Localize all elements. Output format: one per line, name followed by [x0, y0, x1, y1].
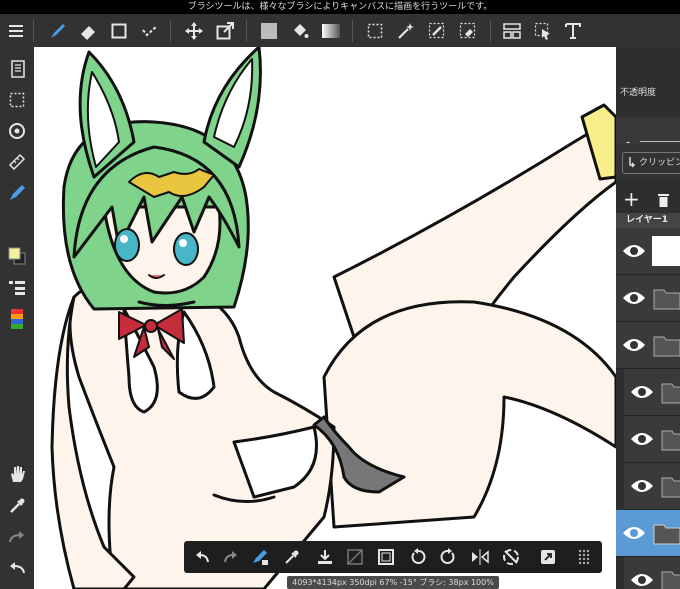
bottom-toolbar — [184, 541, 602, 573]
rect-shape-icon[interactable] — [106, 18, 132, 44]
drawing-canvas[interactable] — [34, 47, 616, 589]
folder-icon — [661, 430, 680, 451]
visibility-eye-icon[interactable] — [630, 477, 654, 495]
folder-icon — [653, 336, 680, 357]
external-icon[interactable] — [536, 545, 560, 569]
layer-row-selected[interactable] — [616, 510, 680, 557]
layer-row[interactable] — [624, 463, 680, 510]
visibility-eye-icon[interactable] — [622, 242, 646, 260]
visibility-eye-icon[interactable] — [630, 383, 654, 401]
folder-icon — [661, 477, 680, 498]
panel-layout-icon[interactable] — [499, 18, 525, 44]
tool-tooltip: ブラシツールは、様々なブラシによりキャンバスに描画を行うツールです。 — [0, 0, 680, 14]
rotate-right-icon[interactable] — [436, 545, 460, 569]
undo-icon[interactable] — [190, 545, 214, 569]
eraser-icon[interactable] — [75, 18, 101, 44]
redo-icon[interactable] — [4, 524, 30, 550]
visibility-eye-icon[interactable] — [622, 336, 646, 354]
cursor-icon[interactable] — [530, 18, 556, 44]
brush-eraser-icon[interactable] — [248, 545, 272, 569]
left-toolbar — [0, 47, 34, 589]
add-layer-button[interactable]: + — [623, 187, 640, 211]
rotate-left-icon[interactable] — [406, 545, 430, 569]
visibility-eye-icon[interactable] — [622, 524, 646, 542]
layer-row[interactable] — [624, 369, 680, 416]
pages-icon[interactable] — [4, 56, 30, 82]
brush-icon[interactable] — [4, 180, 30, 206]
visibility-eye-icon[interactable] — [622, 289, 646, 307]
layer-row[interactable] — [616, 322, 680, 369]
gradient-icon[interactable] — [318, 18, 344, 44]
selection-icon[interactable] — [4, 87, 30, 113]
import-icon[interactable] — [313, 545, 337, 569]
clip-arrow-icon — [629, 157, 636, 168]
move-icon[interactable] — [181, 18, 207, 44]
select-all-icon[interactable] — [374, 545, 398, 569]
select-pen-icon[interactable] — [424, 18, 450, 44]
rotate-icon[interactable] — [4, 118, 30, 144]
select-check-icon[interactable] — [137, 18, 163, 44]
layer-panel: - クリッピング + レイヤー1 — [616, 47, 680, 589]
folder-icon — [661, 383, 680, 404]
canvas-status-bar: 4093*4134px 350dpi 67% -15° ブラシ: 38px 10… — [287, 576, 499, 589]
folder-icon — [653, 289, 680, 310]
visibility-eye-icon[interactable] — [630, 430, 654, 448]
artwork-illustration — [50, 47, 616, 589]
top-toolbar — [0, 14, 680, 47]
eyedropper-icon[interactable] — [4, 493, 30, 519]
layer-thumbnail — [652, 236, 680, 266]
palette-icon[interactable] — [4, 306, 30, 332]
layer-actions-row: + — [616, 187, 680, 213]
layer-folder-header[interactable]: レイヤー1 — [616, 213, 680, 228]
transform-icon[interactable] — [212, 18, 238, 44]
grid-icon[interactable] — [572, 545, 596, 569]
menu-icon[interactable] — [3, 18, 29, 44]
trash-icon[interactable] — [657, 192, 670, 207]
deselect-icon[interactable] — [343, 545, 367, 569]
visibility-eye-icon[interactable] — [630, 571, 654, 589]
layers-list-icon[interactable] — [4, 275, 30, 301]
redo-icon[interactable] — [219, 545, 243, 569]
selection-rect-icon[interactable] — [362, 18, 388, 44]
text-tool-icon[interactable] — [560, 18, 586, 44]
eyedropper-icon[interactable] — [280, 545, 304, 569]
opacity-slider[interactable] — [640, 141, 680, 142]
reset-rotate-icon[interactable] — [499, 545, 523, 569]
flip-icon[interactable] — [468, 545, 492, 569]
ruler-icon[interactable] — [4, 149, 30, 175]
hand-icon[interactable] — [4, 461, 30, 487]
opacity-label: 不透明度 — [620, 88, 657, 98]
select-eraser-icon[interactable] — [455, 18, 481, 44]
bucket-icon[interactable] — [287, 18, 313, 44]
clipping-label: クリッピング — [639, 158, 680, 168]
brush-icon[interactable] — [44, 18, 70, 44]
clipping-row: クリッピング — [616, 145, 680, 179]
layer-row[interactable] — [616, 275, 680, 322]
undo-icon[interactable] — [4, 555, 30, 581]
magic-wand-icon[interactable] — [393, 18, 419, 44]
fill-color-icon[interactable] — [256, 18, 282, 44]
folder-icon — [653, 524, 680, 545]
color-swatch-icon[interactable] — [4, 243, 30, 269]
layer-row[interactable] — [624, 416, 680, 463]
layer-row[interactable] — [616, 228, 680, 275]
folder-icon — [661, 571, 680, 589]
layer-row[interactable] — [624, 557, 680, 589]
